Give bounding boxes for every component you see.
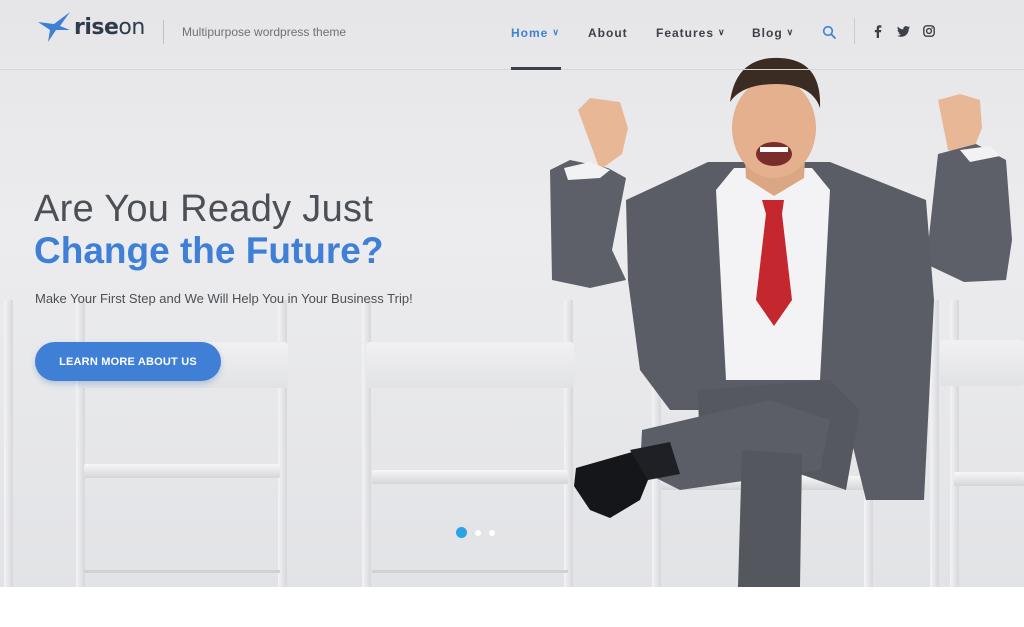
twitter-icon[interactable] bbox=[896, 24, 910, 38]
slider-pagination bbox=[456, 527, 495, 538]
nav-item-label: Home bbox=[511, 26, 549, 40]
hero-subline: Make Your First Step and We Will Help Yo… bbox=[35, 291, 413, 306]
businessman-photo bbox=[550, 57, 1012, 587]
brand-logo[interactable]: riseon bbox=[36, 10, 145, 44]
bird-logo-icon bbox=[38, 12, 70, 42]
page-below-hero bbox=[0, 587, 1024, 627]
header-divider bbox=[163, 20, 164, 44]
slider-dot[interactable] bbox=[489, 529, 495, 536]
hero-headline: Are You Ready Just bbox=[34, 188, 374, 230]
nav-item-label: Blog bbox=[752, 26, 783, 40]
brand-tagline: Multipurpose wordpress theme bbox=[182, 25, 347, 39]
brand-wordmark: riseon bbox=[74, 14, 145, 40]
hero-headline-accent: Change the Future? bbox=[34, 230, 384, 271]
nav-item-blog[interactable]: Blog ∨ bbox=[752, 24, 794, 42]
learn-more-button[interactable]: LEARN MORE ABOUT US bbox=[35, 342, 221, 381]
background-chair bbox=[0, 300, 40, 587]
active-nav-indicator bbox=[511, 67, 561, 70]
site-header: riseon Multipurpose wordpress theme Home… bbox=[0, 0, 1024, 70]
chevron-down-icon: ∨ bbox=[718, 26, 726, 37]
nav-item-features[interactable]: Features ∨ bbox=[656, 24, 726, 42]
nav-item-label: About bbox=[588, 26, 628, 40]
hero-section: riseon Multipurpose wordpress theme Home… bbox=[0, 0, 1024, 587]
slider-dot[interactable] bbox=[475, 529, 481, 536]
slider-dot[interactable] bbox=[456, 527, 467, 538]
nav-item-home[interactable]: Home ∨ bbox=[511, 24, 560, 42]
nav-item-about[interactable]: About bbox=[588, 24, 628, 42]
instagram-icon[interactable] bbox=[922, 24, 936, 38]
nav-item-label: Features bbox=[656, 26, 715, 40]
search-icon[interactable] bbox=[822, 25, 836, 39]
header-divider bbox=[854, 18, 855, 44]
facebook-icon[interactable] bbox=[871, 24, 885, 38]
chevron-down-icon: ∨ bbox=[552, 26, 560, 37]
chevron-down-icon: ∨ bbox=[786, 26, 795, 37]
